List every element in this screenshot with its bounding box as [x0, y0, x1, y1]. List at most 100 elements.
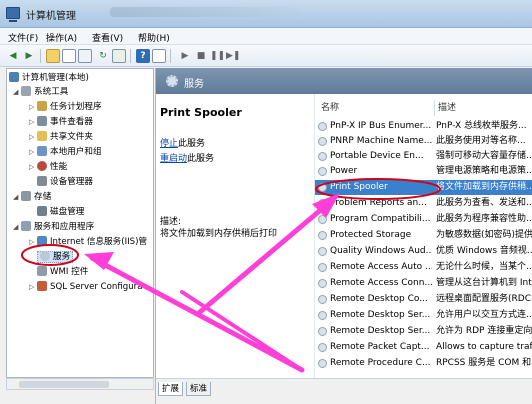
services-apps-icon — [21, 221, 31, 231]
help-icon[interactable]: ? — [136, 49, 150, 63]
tree-item-disk-management[interactable]: 磁盘管理 — [37, 205, 84, 219]
table-row[interactable]: Program Compatibili... 此服务为程序兼容性助... — [315, 212, 532, 227]
tree-item-shared-folders[interactable]: ▷ 共享文件夹 — [29, 130, 93, 144]
table-row[interactable]: Problem Reports an... 此服务为查看、发送和... — [315, 196, 532, 211]
toolbar-separator — [130, 49, 131, 63]
column-header-description[interactable]: 描述 — [438, 100, 456, 116]
collapsed-arrow-icon[interactable]: ▷ — [29, 100, 37, 114]
menu-action[interactable]: 操作(A) — [46, 31, 77, 44]
tree-horizontal-scrollbar[interactable] — [6, 378, 154, 390]
tree-item-device-manager[interactable]: 设备管理器 — [37, 175, 93, 189]
gear-icon — [318, 359, 327, 368]
forward-icon[interactable]: ▶ — [22, 49, 36, 63]
tab-extended[interactable]: 扩展 — [158, 382, 184, 396]
stop-service-link[interactable]: 停止 — [160, 139, 178, 149]
toolbar-separator — [170, 49, 171, 63]
gear-icon — [318, 279, 327, 288]
gear-icon — [318, 122, 327, 131]
expanded-arrow-icon[interactable]: ◢ — [13, 85, 21, 99]
table-row[interactable]: Protected Storage 为敏感数据(如密码)提供... — [315, 228, 532, 243]
tab-standard[interactable]: 标准 — [186, 382, 212, 396]
collapsed-arrow-icon[interactable]: ▷ — [29, 160, 37, 174]
collapsed-arrow-icon[interactable]: ▷ — [29, 145, 37, 159]
properties-icon[interactable] — [78, 49, 92, 63]
table-row[interactable]: Portable Device En... 强制可移动大容量存储... — [315, 149, 532, 164]
action-pane-icon[interactable] — [152, 49, 166, 63]
gear-icon — [318, 343, 327, 352]
gear-icon — [318, 327, 327, 336]
view-tabs: 扩展 标准 — [156, 378, 532, 404]
performance-icon — [37, 161, 47, 171]
stop-action: 停止此服务 — [160, 139, 206, 149]
description-text: 将文件加载到内存供稍后打印 — [160, 229, 278, 239]
table-row[interactable]: Power 管理电源策略和电源策... — [315, 164, 532, 179]
menu-file[interactable]: 文件(F) — [8, 31, 38, 44]
scrollbar-thumb[interactable] — [19, 381, 109, 388]
iis-icon — [37, 236, 47, 246]
tree-item-event-viewer[interactable]: ▷ 事件查看器 — [29, 115, 93, 129]
service-name: Print Spooler — [160, 106, 242, 119]
tree-item-task-scheduler[interactable]: ▷ 任务计划程序 — [29, 100, 102, 114]
table-row[interactable]: PnP-X IP Bus Enumer... PnP-X 总线枚举服务... — [315, 119, 532, 134]
description-label: 描述: — [160, 217, 182, 227]
services-header: 服务 — [156, 68, 532, 94]
collapsed-arrow-icon[interactable]: ▷ — [29, 235, 37, 249]
gear-icon — [318, 215, 327, 224]
computer-icon — [9, 72, 19, 82]
tree-item-iis[interactable]: ▷ Internet 信息服务(IIS)管 — [29, 235, 147, 249]
table-row[interactable]: Remote Access Auto ... 无论什么时候，当某个... — [315, 260, 532, 275]
window-title: 计算机管理 — [26, 11, 76, 22]
sql-server-icon — [37, 281, 47, 291]
start-service-icon[interactable]: ▶ — [178, 49, 192, 63]
tree-item-system-tools[interactable]: ◢ 系统工具 — [13, 85, 68, 99]
table-row[interactable]: Remote Packet Capt... Allows to capture t… — [315, 340, 532, 355]
show-hide-tree-icon[interactable] — [62, 49, 76, 63]
tree-item-services-apps[interactable]: ◢ 服务和应用程序 — [13, 220, 94, 234]
table-row[interactable]: PNRP Machine Name... 此服务使用对等名称... — [315, 134, 532, 149]
table-row[interactable]: Quality Windows Aud... 优质 Windows 音频视... — [315, 244, 532, 259]
collapsed-arrow-icon[interactable]: ▷ — [29, 280, 37, 294]
tree-item-root[interactable]: 计算机管理(本地) — [9, 71, 89, 85]
table-row[interactable]: Remote Procedure C... RPCSS 服务是 COM 和... — [315, 356, 532, 371]
restart-service-link[interactable]: 重启动 — [160, 154, 187, 164]
back-icon[interactable]: ◀ — [6, 49, 20, 63]
tree-item-storage[interactable]: ◢ 存储 — [13, 190, 51, 204]
collapsed-arrow-icon[interactable]: ▷ — [29, 115, 37, 129]
users-icon — [37, 146, 47, 156]
gear-icon — [318, 263, 327, 272]
tree-item-services[interactable]: 服务 — [37, 250, 74, 264]
menu-view[interactable]: 查看(V) — [92, 31, 123, 44]
expanded-arrow-icon[interactable]: ◢ — [13, 190, 21, 204]
table-row[interactable]: Remote Desktop Co... 远程桌面配置服务(RDC... — [315, 292, 532, 307]
toolbar: ◀ ▶ ↻ ? ▶ ■ ❚❚ ▶❚ — [0, 45, 532, 67]
gear-icon — [318, 311, 327, 320]
expanded-arrow-icon[interactable]: ◢ — [13, 220, 21, 234]
restart-service-icon[interactable]: ▶❚ — [226, 49, 240, 63]
device-manager-icon — [37, 176, 47, 186]
tree-item-performance[interactable]: ▷ 性能 — [29, 160, 67, 174]
table-row[interactable]: Remote Desktop Ser... 允许为 RDP 连接重定向... — [315, 324, 532, 339]
tree-item-local-users[interactable]: ▷ 本地用户和组 — [29, 145, 102, 159]
gear-icon — [318, 231, 327, 240]
tree-item-sql-config[interactable]: ▷ SQL Server Configura — [29, 280, 142, 294]
tree-item-wmi[interactable]: WMI 控件 — [37, 265, 88, 279]
disk-icon — [37, 206, 47, 216]
pause-service-icon[interactable]: ❚❚ — [210, 49, 225, 63]
export-list-icon[interactable] — [112, 49, 126, 63]
stop-service-icon[interactable]: ■ — [194, 49, 208, 63]
column-header-name[interactable]: 名称 — [321, 100, 339, 116]
up-folder-icon[interactable] — [46, 49, 60, 63]
blurred-title-region — [110, 7, 300, 17]
table-row[interactable]: Remote Desktop Ser... 允许用户以交互方式连... — [315, 308, 532, 323]
column-separator[interactable] — [434, 100, 435, 116]
restart-action: 重启动此服务 — [160, 154, 215, 164]
table-row-selected[interactable]: Print Spooler 将文件加载到内存供稍... — [315, 180, 532, 195]
service-detail-panel: Print Spooler 停止此服务 重启动此服务 描述: 将文件加载到内存供… — [156, 94, 313, 378]
table-row[interactable]: Remote Access Conn... 管理从这台计算机到 Int... — [315, 276, 532, 291]
gear-icon — [318, 295, 327, 304]
collapsed-arrow-icon[interactable]: ▷ — [29, 130, 37, 144]
menu-help[interactable]: 帮助(H) — [138, 31, 170, 44]
wmi-icon — [37, 266, 47, 276]
event-viewer-icon — [37, 116, 47, 126]
refresh-icon[interactable]: ↻ — [96, 49, 110, 63]
